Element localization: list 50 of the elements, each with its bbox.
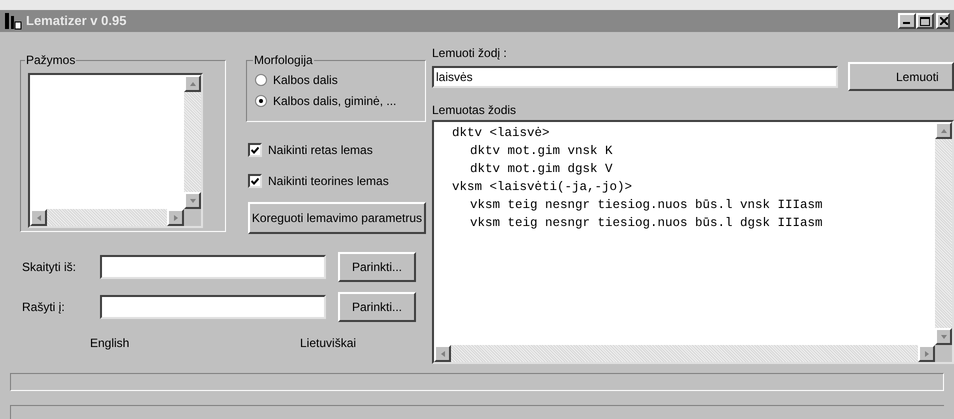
check-icon [251, 146, 259, 154]
browse-button[interactable]: Parinkti... [338, 252, 416, 282]
checkbox[interactable] [248, 143, 262, 157]
scroll-down-button[interactable] [184, 192, 201, 209]
close-icon [940, 17, 948, 25]
maximize-icon [920, 16, 930, 26]
checkbox-label: Naikinti teorines lemas [268, 173, 389, 190]
scroll-left-button[interactable] [434, 345, 451, 362]
minimize-icon [903, 22, 911, 25]
scrollbar-corner [184, 209, 201, 226]
notes-list[interactable] [28, 73, 203, 228]
field-label: Rašyti į: [22, 299, 66, 316]
scroll-up-button[interactable] [184, 75, 201, 92]
language-link[interactable]: Lietuviškai [300, 334, 356, 352]
browse-button[interactable]: Parinkti... [338, 292, 416, 322]
radio-button[interactable] [255, 74, 267, 86]
radio-label: Kalbos dalis [273, 72, 338, 88]
output-line: dktv <laisvė> [452, 125, 551, 142]
scroll-down-button[interactable] [935, 328, 952, 345]
radio-button[interactable] [255, 94, 267, 106]
checkbox[interactable] [248, 174, 262, 188]
app-icon [4, 12, 22, 30]
checkbox-label: Naikinti retas lemas [268, 142, 373, 159]
file-path-field[interactable] [100, 295, 326, 319]
lemmatize-button[interactable]: Lemuoti [848, 62, 954, 91]
maximize-button[interactable] [916, 13, 934, 29]
word-field[interactable]: laisvės [432, 66, 838, 88]
scroll-left-button[interactable] [30, 209, 47, 226]
word-label: Lemuoti žodį : [432, 46, 508, 60]
scroll-right-button[interactable] [918, 345, 935, 362]
close-button[interactable] [936, 13, 950, 29]
scrollbar-corner [935, 345, 952, 362]
minimize-button[interactable] [898, 13, 916, 29]
scroll-up-button[interactable] [935, 122, 952, 139]
output-line: vksm teig nesngr tiesiog.nuos būs.l dgsk IIIasm [469, 215, 824, 232]
group-title: Pažymos [25, 53, 76, 67]
output-line: vksm <laisvėti(-ja,-jo)> [452, 179, 634, 196]
group-title: Morfologija [253, 53, 314, 67]
scroll-right-button[interactable] [167, 209, 184, 226]
output-line: dktv mot.gim vnsk K [469, 143, 614, 160]
adjust-parameters-button[interactable]: Koreguoti lemavimo parametrus [248, 202, 426, 234]
file-path-field[interactable] [100, 255, 326, 279]
output-line: vksm teig nesngr tiesiog.nuos būs.l vnsk IIIasm [469, 197, 824, 214]
check-icon [251, 178, 259, 184]
radio-label: Kalbos dalis, giminė, ... [273, 92, 396, 110]
field-label: Skaityti iš: [22, 259, 78, 276]
window-title: Lematizer v 0.95 [26, 12, 128, 30]
language-link[interactable]: English [90, 334, 300, 352]
output-line: dktv mot.gim dgsk V [469, 161, 614, 178]
result-label: Lemuotas žodis [432, 103, 518, 117]
